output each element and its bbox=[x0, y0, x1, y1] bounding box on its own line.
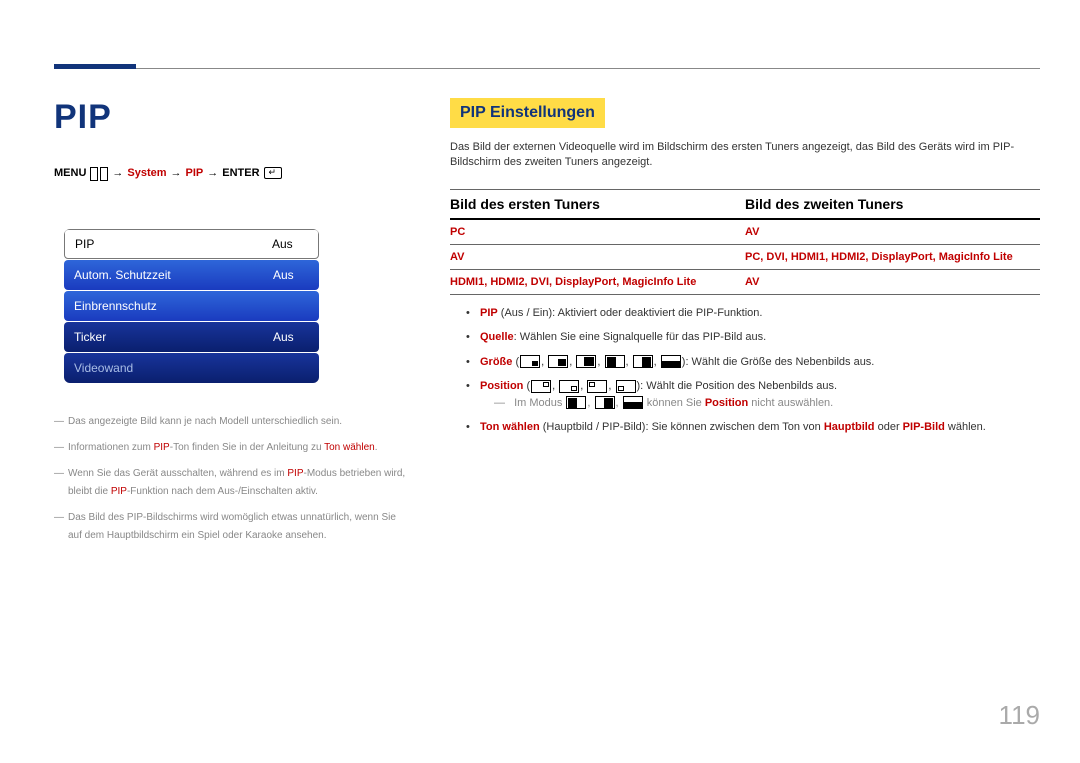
menu-value: Aus bbox=[268, 237, 318, 251]
menu-label: Videowand bbox=[64, 361, 269, 375]
note-item: ― Das Bild des PIP-Bildschirms wird womö… bbox=[54, 509, 409, 545]
bc-menu: MENU bbox=[54, 167, 86, 179]
table-row: AV PC, DVI, HDMI1, HDMI2, DisplayPort, M… bbox=[450, 245, 1040, 270]
pip-pos-tr-icon bbox=[531, 380, 551, 393]
bullet-list: PIP (Aus / Ein): Aktiviert oder deaktivi… bbox=[450, 305, 1040, 436]
menu-label: Ticker bbox=[64, 330, 269, 344]
menu-row-schutzzeit: Autom. Schutzzeit Aus bbox=[64, 260, 319, 290]
dash-icon: ― bbox=[54, 465, 68, 501]
menu-row-ticker: Ticker Aus bbox=[64, 322, 319, 352]
menu-mock: PIP Aus Autom. Schutzzeit Aus Einbrennsc… bbox=[64, 229, 319, 383]
menu-row-videowand: Videowand bbox=[64, 353, 319, 383]
right-column: PIP Einstellungen Das Bild der externen … bbox=[450, 98, 1040, 444]
intro-text: Das Bild der externen Videoquelle wird i… bbox=[450, 140, 1040, 171]
section-title: PIP Einstellungen bbox=[450, 98, 605, 128]
dash-icon: ― bbox=[54, 413, 68, 431]
bc-enter: ENTER bbox=[222, 167, 259, 179]
pip-half-left-icon bbox=[605, 355, 625, 368]
menu-value: Aus bbox=[269, 268, 319, 282]
dash-icon: ― bbox=[54, 439, 68, 457]
bullet-groesse: Größe (, , , , , ): Wählt die Größe des … bbox=[480, 354, 1040, 371]
menu-icon bbox=[90, 167, 108, 179]
page-number: 119 bbox=[999, 700, 1040, 731]
menu-value: Aus bbox=[269, 330, 319, 344]
col1-header: Bild des ersten Tuners bbox=[450, 196, 745, 212]
dash-icon: ― bbox=[494, 397, 505, 409]
menu-row-pip: PIP Aus bbox=[64, 229, 319, 259]
page-title: PIP bbox=[54, 98, 409, 137]
bullet-ton: Ton wählen (Hauptbild / PIP-Bild): Sie k… bbox=[480, 419, 1040, 436]
menu-label: Einbrennschutz bbox=[64, 299, 269, 313]
menu-row-einbrenn: Einbrennschutz bbox=[64, 291, 319, 321]
footnotes: ― Das angezeigte Bild kann je nach Model… bbox=[54, 413, 409, 545]
note-text: Das Bild des PIP-Bildschirms wird womögl… bbox=[68, 509, 409, 545]
note-item: ― Das angezeigte Bild kann je nach Model… bbox=[54, 413, 409, 431]
col2-header: Bild des zweiten Tuners bbox=[745, 196, 1040, 212]
bullet-pip: PIP (Aus / Ein): Aktiviert oder deaktivi… bbox=[480, 305, 1040, 322]
cell: PC bbox=[450, 226, 745, 238]
pip-size-medium-icon bbox=[548, 355, 568, 368]
top-rule bbox=[54, 68, 1040, 69]
arrow-icon: → bbox=[112, 167, 123, 179]
pip-pos-tl-icon bbox=[587, 380, 607, 393]
pip-size-small-icon bbox=[520, 355, 540, 368]
bullet-quelle: Quelle: Wählen Sie eine Signalquelle für… bbox=[480, 329, 1040, 346]
arrow-icon: → bbox=[171, 167, 182, 179]
menu-label: PIP bbox=[65, 237, 268, 251]
pip-half-bottom-icon bbox=[661, 355, 681, 368]
arrow-icon: → bbox=[207, 167, 218, 179]
table-row: PC AV bbox=[450, 220, 1040, 245]
top-rule-accent bbox=[54, 64, 136, 69]
breadcrumb: MENU → System → PIP → ENTER bbox=[54, 167, 409, 179]
menu-label: Autom. Schutzzeit bbox=[64, 268, 269, 282]
pip-pos-bl-icon bbox=[616, 380, 636, 393]
cell: HDMI1, HDMI2, DVI, DisplayPort, MagicInf… bbox=[450, 276, 745, 288]
bc-system: System bbox=[127, 167, 166, 179]
note-text: Wenn Sie das Gerät ausschalten, während … bbox=[68, 465, 409, 501]
pip-half-right-icon bbox=[595, 396, 615, 409]
cell: PC, DVI, HDMI1, HDMI2, DisplayPort, Magi… bbox=[745, 251, 1040, 263]
pip-half-bottom-icon bbox=[623, 396, 643, 409]
note-text: Das angezeigte Bild kann je nach Modell … bbox=[68, 413, 342, 431]
pip-size-large-icon bbox=[576, 355, 596, 368]
sub-note: ― Im Modus , , können Sie Position nicht… bbox=[494, 395, 1040, 412]
table-row: HDMI1, HDMI2, DVI, DisplayPort, MagicInf… bbox=[450, 270, 1040, 295]
enter-icon bbox=[264, 167, 282, 179]
cell: AV bbox=[745, 276, 1040, 288]
cell: AV bbox=[745, 226, 1040, 238]
cell: AV bbox=[450, 251, 745, 263]
pip-half-right-icon bbox=[633, 355, 653, 368]
left-column: PIP MENU → System → PIP → ENTER PIP Aus … bbox=[54, 98, 409, 553]
note-item: ― Informationen zum PIP-Ton finden Sie i… bbox=[54, 439, 409, 457]
bullet-position: Position (, , , ): Wählt die Position de… bbox=[480, 378, 1040, 411]
note-item: ― Wenn Sie das Gerät ausschalten, währen… bbox=[54, 465, 409, 501]
dash-icon: ― bbox=[54, 509, 68, 545]
note-text: Informationen zum PIP-Ton finden Sie in … bbox=[68, 439, 377, 457]
pip-half-left-icon bbox=[566, 396, 586, 409]
pip-pos-br-icon bbox=[559, 380, 579, 393]
table-header: Bild des ersten Tuners Bild des zweiten … bbox=[450, 189, 1040, 220]
bc-pip: PIP bbox=[186, 167, 204, 179]
